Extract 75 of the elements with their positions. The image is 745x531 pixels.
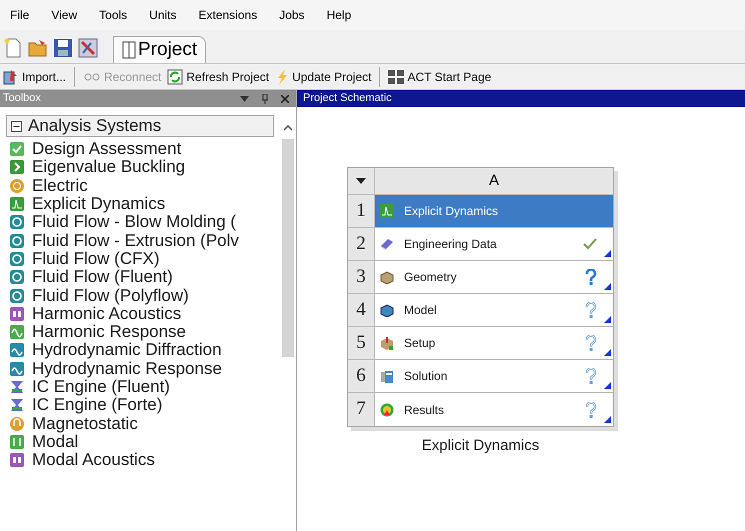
list-item[interactable]: Modal Acoustics bbox=[32, 451, 155, 470]
list-item[interactable]: Magnetostatic bbox=[32, 414, 138, 433]
menu-item[interactable]: File bbox=[10, 6, 30, 24]
panel-title: Toolbox bbox=[3, 91, 42, 106]
scroll-up-icon[interactable] bbox=[284, 125, 292, 131]
check-icon bbox=[10, 142, 24, 156]
list-item[interactable]: Fluid Flow (Fluent) bbox=[32, 268, 173, 286]
panel-title: Project Schematic bbox=[297, 90, 745, 107]
contour-icon bbox=[380, 402, 394, 416]
list-item[interactable]: Hydrodynamic Response bbox=[32, 360, 222, 378]
column-header: A bbox=[375, 168, 613, 194]
list-item[interactable]: Fluid Flow (Polyflow) bbox=[32, 286, 189, 305]
corner-marker-icon[interactable] bbox=[604, 382, 611, 389]
toolbar-button[interactable]: Import... bbox=[2, 68, 68, 86]
row-number: 6 bbox=[348, 360, 375, 392]
box-icon bbox=[380, 270, 394, 284]
corner-marker-icon[interactable] bbox=[604, 250, 611, 257]
list-item[interactable]: IC Engine (Forte) bbox=[32, 396, 162, 414]
wave-icon bbox=[10, 362, 24, 376]
row-number: 5 bbox=[348, 327, 375, 359]
list-item[interactable]: Explicit Dynamics bbox=[32, 195, 166, 214]
list-item[interactable]: Electric bbox=[32, 176, 88, 195]
graph-icon bbox=[10, 197, 24, 212]
menu-item[interactable]: Units bbox=[149, 6, 176, 24]
lightning-icon bbox=[275, 68, 290, 84]
toolbar-button[interactable]: ACT Start Page bbox=[387, 68, 492, 86]
wave-icon bbox=[10, 343, 24, 358]
menu-item[interactable]: Jobs bbox=[279, 6, 305, 24]
table-cell[interactable]: Explicit Dynamics bbox=[375, 195, 613, 227]
import-icon bbox=[3, 68, 19, 84]
grid-icon bbox=[388, 70, 404, 84]
row-number: 2 bbox=[348, 228, 375, 260]
circle-icon bbox=[10, 178, 24, 193]
menu-item[interactable]: Help bbox=[326, 6, 352, 24]
page-icon bbox=[122, 41, 136, 59]
menu-item[interactable]: View bbox=[51, 6, 78, 24]
collapse-icon bbox=[11, 120, 22, 132]
graph-icon bbox=[380, 204, 394, 218]
system-caption: Explicit Dynamics bbox=[422, 436, 540, 456]
menu-item[interactable]: Tools bbox=[99, 6, 128, 24]
corner-marker-icon[interactable] bbox=[604, 349, 611, 356]
list-item[interactable]: Fluid Flow (CFX) bbox=[32, 250, 160, 268]
list-item[interactable]: IC Engine (Fluent) bbox=[32, 378, 170, 396]
list-item[interactable]: Fluid Flow - Blow Molding ( bbox=[32, 213, 236, 232]
row-number: 4 bbox=[348, 294, 375, 326]
menu-item[interactable]: Extensions bbox=[198, 6, 258, 24]
corner-marker-icon[interactable] bbox=[604, 316, 611, 323]
magnet-icon bbox=[10, 416, 24, 431]
setup-icon bbox=[380, 336, 394, 350]
list-item[interactable]: Harmonic Response bbox=[32, 323, 186, 342]
list-item[interactable]: Design Assessment bbox=[32, 140, 182, 158]
toolbar-button[interactable]: Refresh Project bbox=[166, 68, 270, 86]
toolbar-button[interactable]: Update Project bbox=[274, 68, 372, 86]
list-item[interactable]: Fluid Flow - Extrusion (Polv bbox=[32, 232, 239, 250]
list-item[interactable]: Modal bbox=[32, 432, 78, 451]
pin-icon[interactable] bbox=[261, 94, 269, 104]
corner-marker-icon[interactable] bbox=[604, 283, 611, 290]
group-header[interactable]: Analysis Systems bbox=[6, 115, 274, 137]
dropdown-icon[interactable] bbox=[356, 178, 366, 184]
corner-marker-icon[interactable] bbox=[604, 416, 611, 423]
list-item[interactable]: Eigenvalue Buckling bbox=[32, 158, 186, 176]
list-item[interactable]: Harmonic Acoustics bbox=[32, 304, 182, 323]
row-number: 1 bbox=[348, 195, 375, 227]
list-item[interactable]: Hydrodynamic Diffraction bbox=[32, 341, 222, 360]
folder-icon[interactable] bbox=[27, 37, 49, 59]
row-number: 3 bbox=[348, 261, 375, 293]
close-icon[interactable] bbox=[281, 94, 289, 102]
save-icon[interactable] bbox=[52, 37, 74, 59]
book-icon bbox=[380, 237, 394, 251]
chevron-icon bbox=[10, 160, 24, 174]
row-number: 7 bbox=[348, 393, 375, 426]
refresh-icon bbox=[167, 68, 184, 84]
wave-icon bbox=[10, 325, 24, 340]
scrollbar-thumb[interactable] bbox=[282, 139, 294, 357]
tab[interactable]: Project bbox=[113, 36, 206, 63]
